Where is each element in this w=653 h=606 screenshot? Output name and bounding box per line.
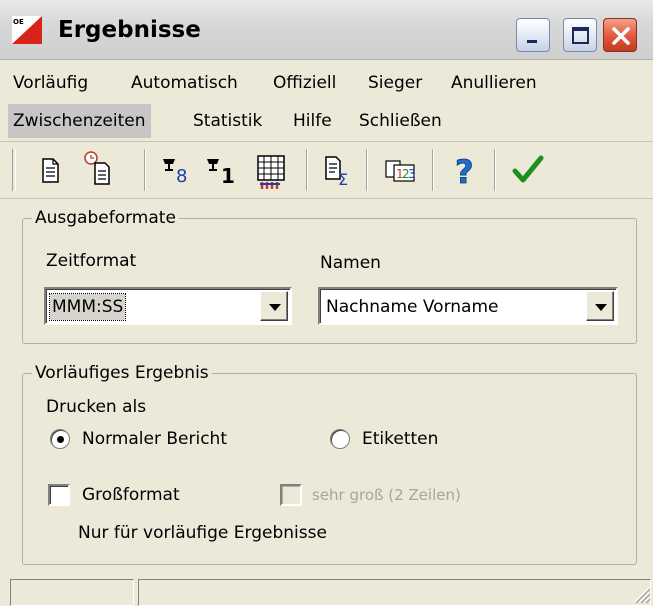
- preliminary-only-note: Nur für vorläufige Ergebnisse: [78, 523, 327, 543]
- rank-8-button[interactable]: 8: [157, 149, 197, 191]
- very-large-checkbox: [280, 484, 302, 506]
- menu-bar: Vorläufig Automatisch Offiziell Sieger A…: [0, 62, 653, 142]
- sum-document-button[interactable]: Σ: [318, 149, 358, 191]
- svg-text:?: ?: [455, 153, 474, 191]
- minimize-button[interactable]: [516, 18, 550, 52]
- time-format-value: MMM:SS: [48, 293, 127, 321]
- radio-selected-dot: [57, 436, 64, 443]
- close-button[interactable]: [603, 18, 637, 52]
- toolbar-separator: [494, 149, 496, 191]
- print-as-label: Drucken als: [46, 397, 147, 417]
- output-formats-legend: Ausgabeformate: [32, 207, 179, 229]
- svg-text:Σ: Σ: [338, 170, 348, 189]
- menu-zwischenzeiten[interactable]: Zwischenzeiten: [8, 104, 151, 138]
- menu-statistik[interactable]: Statistik: [188, 104, 267, 138]
- toolbar-separator: [144, 149, 146, 191]
- chevron-down-icon: [595, 304, 607, 311]
- results-window: OE Ergebnisse Vorläufig Automatisch Offi…: [0, 0, 653, 606]
- title-bar[interactable]: OE Ergebnisse: [0, 0, 653, 60]
- svg-text:OE: OE: [13, 18, 24, 26]
- menu-vorlaeufig[interactable]: Vorläufig: [8, 66, 93, 100]
- checkmark-icon: [512, 155, 544, 183]
- resize-grip-icon[interactable]: [629, 582, 651, 604]
- close-icon: [612, 27, 630, 45]
- clock-document-icon: [84, 151, 110, 185]
- svg-text:8: 8: [176, 166, 187, 187]
- ok-button[interactable]: [508, 149, 548, 191]
- names-select[interactable]: Nachname Vorname: [318, 287, 618, 325]
- document-sum-icon: Σ: [325, 156, 348, 189]
- maximize-button[interactable]: [563, 18, 597, 52]
- grid-people-button[interactable]: [250, 149, 290, 191]
- toolbar-separator: [306, 149, 308, 191]
- status-bar: [0, 577, 653, 606]
- timed-document-button[interactable]: [78, 149, 118, 191]
- menu-sieger[interactable]: Sieger: [363, 66, 427, 100]
- status-pane-main: [138, 579, 651, 606]
- rank-1-button[interactable]: 1: [203, 149, 243, 191]
- help-icon: ?: [455, 153, 474, 191]
- chevron-down-icon: [269, 304, 281, 311]
- time-format-label: Zeitformat: [46, 251, 137, 271]
- names-dropdown-button[interactable]: [586, 291, 614, 321]
- help-button[interactable]: ?: [446, 149, 486, 191]
- trophy-1-icon: 1: [207, 159, 235, 188]
- toolbar-separator: [432, 149, 434, 191]
- menu-anullieren[interactable]: Anullieren: [446, 66, 542, 100]
- numbers-123-icon: 1 2 3: [385, 160, 416, 182]
- window-title: Ergebnisse: [58, 17, 201, 43]
- trophy-8-icon: 8: [163, 159, 187, 187]
- maximize-icon: [572, 27, 589, 44]
- names-value: Nachname Vorname: [326, 297, 499, 317]
- document-icon: [42, 158, 59, 183]
- app-logo-icon: OE: [12, 16, 42, 44]
- minimize-icon: [527, 40, 537, 43]
- labels-radio[interactable]: [330, 429, 350, 449]
- menu-schliessen[interactable]: Schließen: [354, 104, 447, 138]
- normal-report-radio[interactable]: [50, 429, 70, 449]
- large-format-label[interactable]: Großformat: [82, 484, 180, 506]
- labels-label[interactable]: Etiketten: [362, 428, 438, 450]
- grid-people-icon: [257, 155, 285, 189]
- very-large-label: sehr groß (2 Zeilen): [312, 486, 461, 504]
- menu-offiziell[interactable]: Offiziell: [268, 66, 341, 100]
- status-pane-left: [10, 579, 134, 606]
- toolbar: 8 1 Σ 1 2 3 ?: [0, 143, 653, 199]
- preliminary-result-legend: Vorläufiges Ergebnis: [32, 362, 212, 384]
- svg-text:3: 3: [408, 167, 416, 181]
- menu-automatisch[interactable]: Automatisch: [126, 66, 243, 100]
- numbering-button[interactable]: 1 2 3: [380, 149, 420, 191]
- names-label: Namen: [320, 253, 381, 273]
- new-document-button[interactable]: [30, 149, 70, 191]
- output-formats-group: [22, 218, 637, 344]
- large-format-checkbox[interactable]: [48, 484, 70, 506]
- normal-report-label[interactable]: Normaler Bericht: [82, 428, 227, 450]
- svg-text:1: 1: [221, 164, 235, 188]
- toolbar-grip[interactable]: [12, 149, 16, 191]
- toolbar-separator: [366, 149, 368, 191]
- time-format-dropdown-button[interactable]: [260, 291, 288, 321]
- time-format-select[interactable]: MMM:SS: [44, 287, 292, 325]
- menu-hilfe[interactable]: Hilfe: [288, 104, 337, 138]
